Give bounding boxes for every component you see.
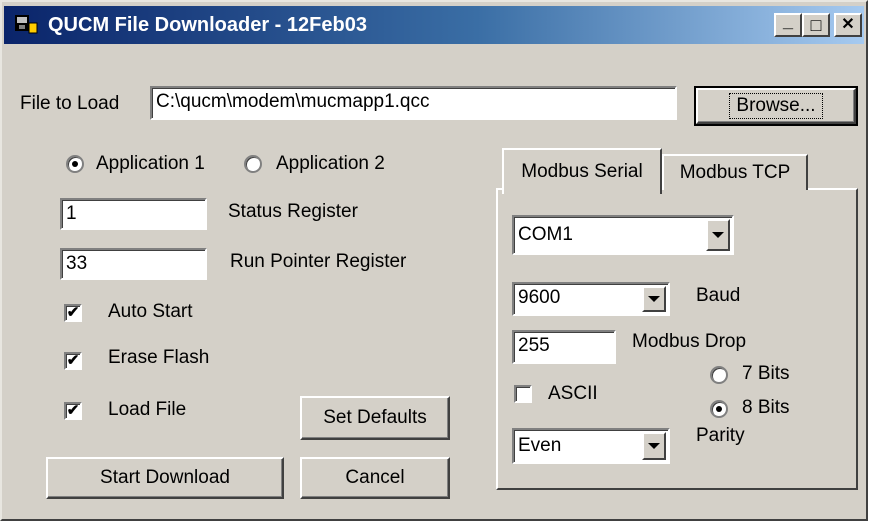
- chevron-down-icon[interactable]: [706, 219, 730, 251]
- auto-start-label[interactable]: Auto Start: [108, 300, 193, 324]
- erase-flash-label[interactable]: Erase Flash: [108, 346, 209, 370]
- baud-value: 9600: [518, 287, 561, 308]
- maximize-button[interactable]: □: [802, 13, 830, 37]
- minimize-icon: _: [782, 11, 793, 31]
- modbus-drop-input[interactable]: 255: [512, 330, 616, 364]
- com-port-value: COM1: [518, 224, 573, 245]
- downloader-window: QUCM File Downloader - 12Feb03 _ □ ✕ Fil…: [0, 0, 868, 521]
- close-icon: ✕: [841, 16, 855, 33]
- app-icon: [15, 15, 38, 34]
- minimize-button[interactable]: _: [774, 11, 802, 37]
- load-file-checkbox[interactable]: ✔: [64, 402, 82, 420]
- chevron-down-icon[interactable]: [642, 286, 666, 312]
- application-1-label[interactable]: Application 1: [96, 152, 205, 176]
- 7-bits-radio[interactable]: [710, 366, 728, 384]
- cancel-button[interactable]: Cancel: [300, 457, 450, 499]
- com-port-select[interactable]: COM1: [512, 215, 734, 255]
- application-2-radio[interactable]: [244, 155, 262, 173]
- close-button[interactable]: ✕: [834, 13, 862, 37]
- auto-start-checkbox[interactable]: ✔: [64, 304, 82, 322]
- window-title: QUCM File Downloader - 12Feb03: [48, 14, 367, 36]
- start-download-button[interactable]: Start Download: [46, 457, 284, 499]
- parity-label: Parity: [696, 425, 745, 446]
- 8-bits-radio[interactable]: [710, 400, 728, 418]
- run-pointer-register-input[interactable]: 33: [60, 248, 207, 280]
- ascii-label[interactable]: ASCII: [548, 382, 598, 406]
- tab-modbus-serial[interactable]: Modbus Serial: [502, 148, 662, 194]
- file-to-load-label: File to Load: [20, 93, 120, 114]
- baud-select[interactable]: 9600: [512, 282, 670, 316]
- 7-bits-label[interactable]: 7 Bits: [742, 362, 790, 386]
- status-register-label: Status Register: [228, 201, 358, 222]
- erase-flash-checkbox[interactable]: ✔: [64, 352, 82, 370]
- browse-button[interactable]: Browse...: [694, 86, 858, 126]
- parity-value: Even: [518, 435, 562, 456]
- application-1-radio[interactable]: [66, 155, 84, 173]
- application-2-label[interactable]: Application 2: [276, 152, 385, 176]
- maximize-icon: □: [810, 15, 822, 35]
- checkmark-icon: ✔: [66, 304, 80, 321]
- run-pointer-register-label: Run Pointer Register: [230, 251, 407, 272]
- browse-button-label: Browse...: [729, 93, 823, 119]
- ascii-checkbox[interactable]: [514, 385, 532, 403]
- checkmark-icon: ✔: [66, 402, 80, 419]
- chevron-down-icon[interactable]: [642, 432, 666, 460]
- set-defaults-button[interactable]: Set Defaults: [300, 396, 450, 440]
- baud-label: Baud: [696, 285, 741, 306]
- file-path-input[interactable]: C:\qucm\modem\mucmapp1.qcc: [150, 86, 677, 120]
- status-register-input[interactable]: 1: [60, 198, 207, 230]
- parity-select[interactable]: Even: [512, 428, 670, 464]
- checkmark-icon: ✔: [66, 352, 80, 369]
- 8-bits-label[interactable]: 8 Bits: [742, 396, 790, 420]
- load-file-label[interactable]: Load File: [108, 398, 186, 422]
- title-bar[interactable]: QUCM File Downloader - 12Feb03 _ □ ✕: [4, 6, 864, 44]
- modbus-drop-label: Modbus Drop: [632, 331, 747, 352]
- tab-modbus-tcp[interactable]: Modbus TCP: [662, 154, 808, 190]
